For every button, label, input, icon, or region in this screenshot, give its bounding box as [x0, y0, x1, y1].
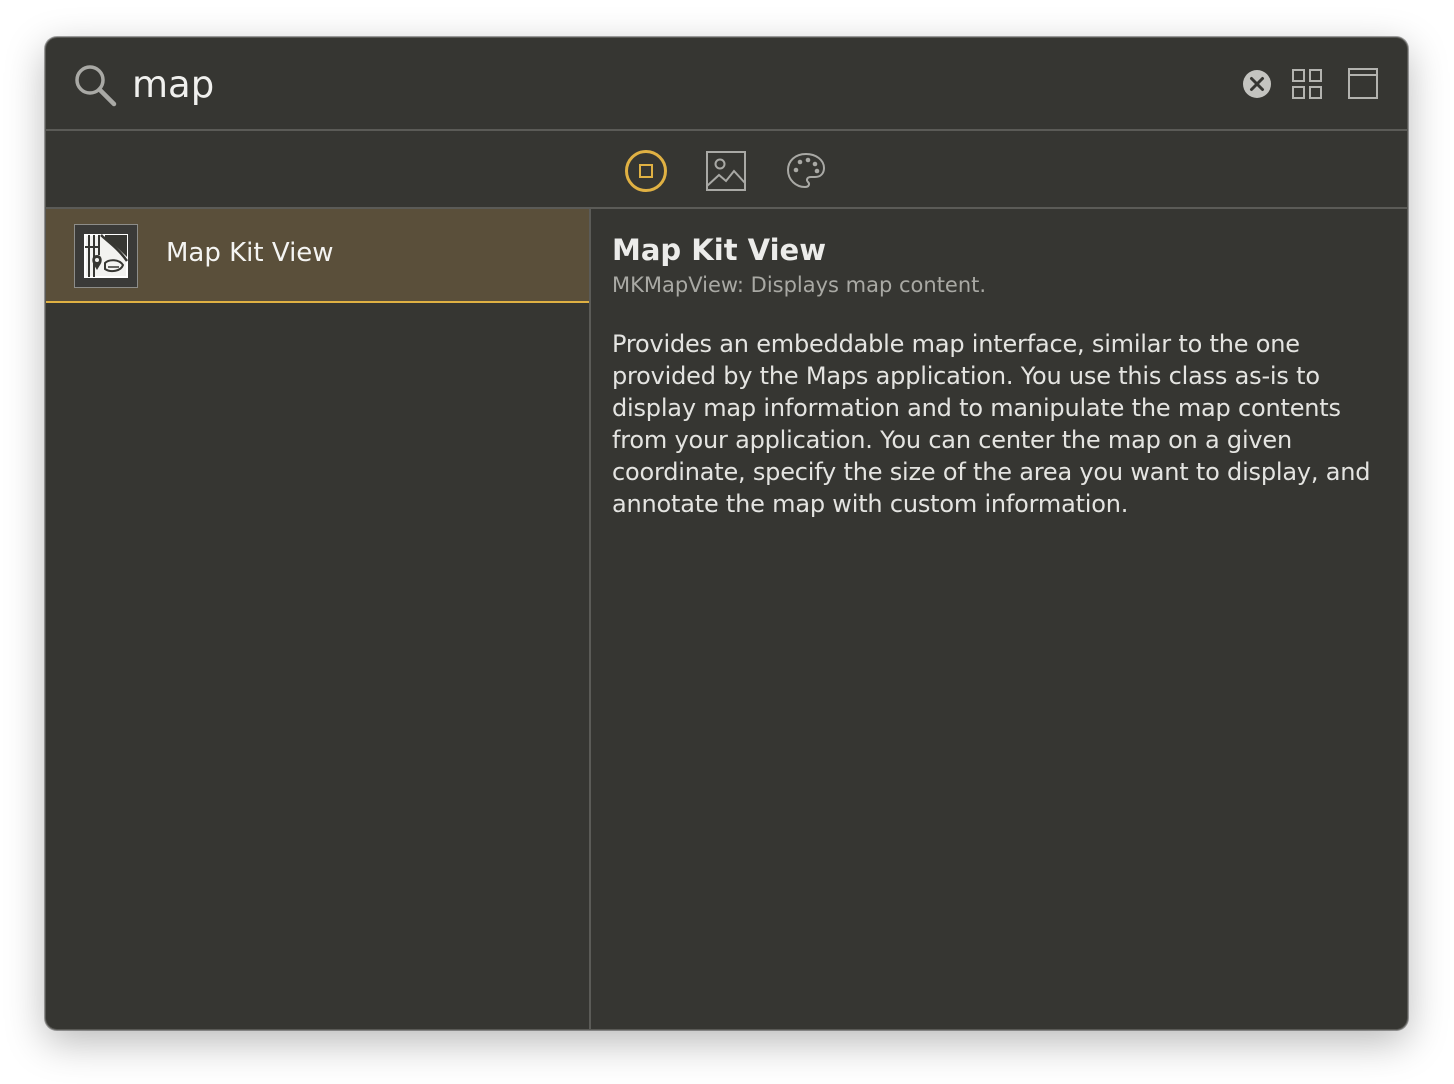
search-input[interactable] [132, 58, 1212, 110]
map-kit-view-icon [74, 224, 138, 288]
result-item-map-kit-view[interactable]: Map Kit View [46, 209, 589, 303]
result-label: Map Kit View [166, 238, 334, 268]
color-palette-icon[interactable] [784, 149, 828, 193]
panel-toggle-icon[interactable] [1348, 68, 1378, 99]
objects-library-icon[interactable] [624, 149, 668, 193]
search-bar [46, 38, 1407, 131]
clear-search-icon[interactable] [1242, 69, 1272, 99]
library-window: Map Kit View Map Kit View MKMapView: Dis… [45, 37, 1408, 1030]
detail-title: Map Kit View [612, 233, 826, 267]
detail-subtitle: MKMapView: Displays map content. [612, 273, 987, 297]
search-icon [75, 65, 117, 107]
results-list: Map Kit View [46, 209, 591, 1029]
grid-view-icon[interactable] [1292, 69, 1322, 99]
library-tabs [46, 131, 1407, 209]
detail-pane: Map Kit View MKMapView: Displays map con… [612, 230, 1372, 520]
media-library-icon[interactable] [704, 149, 748, 193]
detail-description: Provides an embeddable map interface, si… [612, 330, 1371, 518]
